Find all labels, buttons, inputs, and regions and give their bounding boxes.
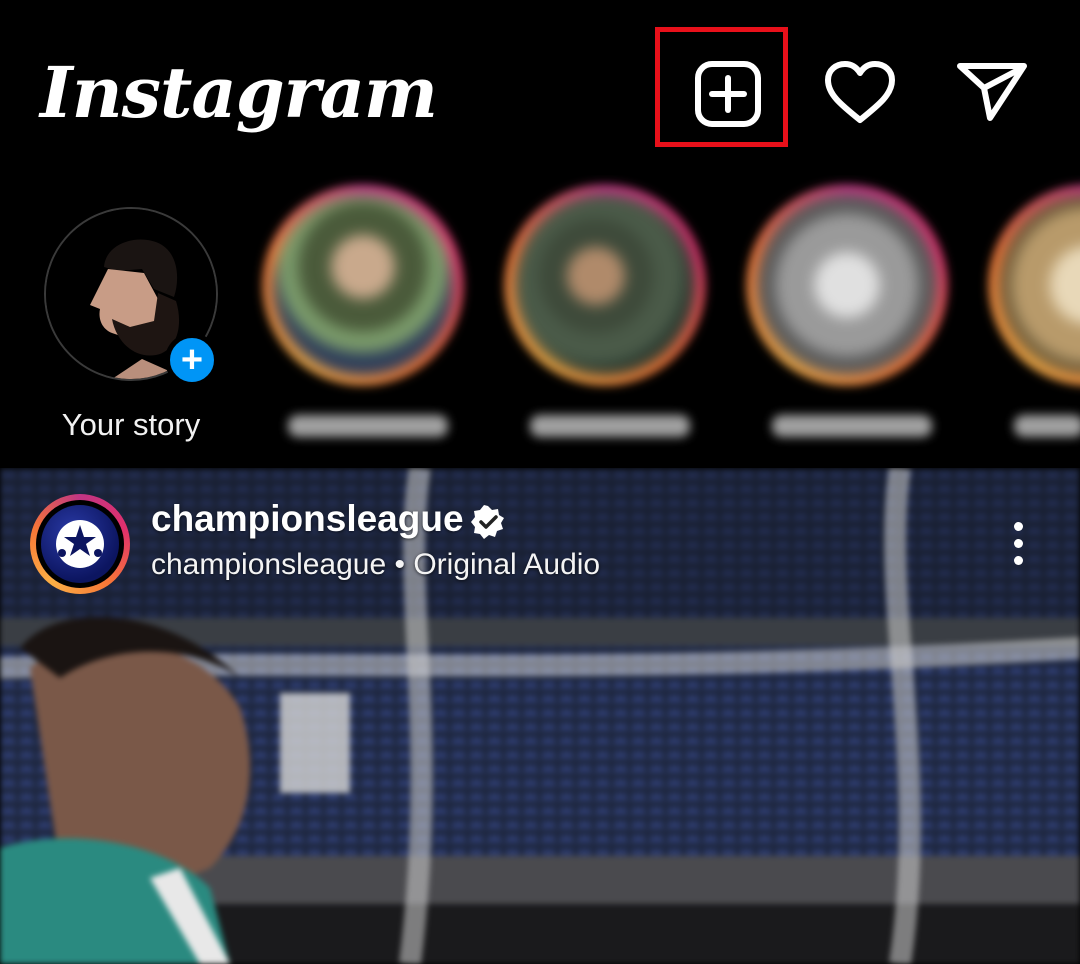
post-avatar[interactable]	[41, 505, 119, 583]
story-username-blurred	[530, 415, 690, 437]
story-your-story[interactable]: + Your story	[0, 175, 262, 468]
verified-badge-icon	[471, 505, 504, 539]
send-icon	[957, 63, 1027, 121]
notifications-button[interactable]	[822, 58, 898, 128]
instagram-logo[interactable]: Instagram	[40, 48, 438, 138]
add-story-plus-icon[interactable]: +	[165, 333, 219, 387]
direct-messages-button[interactable]	[954, 58, 1030, 124]
feed-post: championsleague championsleague • Origin…	[0, 468, 1080, 964]
story-item[interactable]	[732, 175, 962, 468]
story-item[interactable]	[248, 175, 478, 468]
your-story-label: Your story	[61, 407, 201, 442]
story-avatar	[756, 194, 938, 376]
top-bar: Instagram	[0, 0, 1080, 175]
new-post-button[interactable]	[690, 56, 766, 132]
champions-league-logo-icon	[56, 520, 104, 568]
story-username-blurred	[772, 415, 932, 437]
story-avatar	[272, 194, 454, 376]
story-item[interactable]	[490, 175, 720, 468]
more-vertical-icon	[1014, 522, 1023, 531]
story-username-blurred	[288, 415, 448, 437]
post-more-options-button[interactable]	[1002, 518, 1036, 570]
story-item[interactable]	[974, 175, 1080, 468]
post-username[interactable]: championsleague	[151, 498, 464, 540]
heart-icon	[825, 61, 895, 123]
story-username-blurred	[1014, 415, 1080, 437]
post-header: championsleague championsleague • Origin…	[0, 468, 1080, 598]
post-audio-attribution[interactable]: championsleague • Original Audio	[151, 548, 600, 582]
stories-tray[interactable]: + Your story	[0, 175, 1080, 468]
add-post-icon	[695, 61, 761, 127]
story-avatar	[514, 194, 696, 376]
